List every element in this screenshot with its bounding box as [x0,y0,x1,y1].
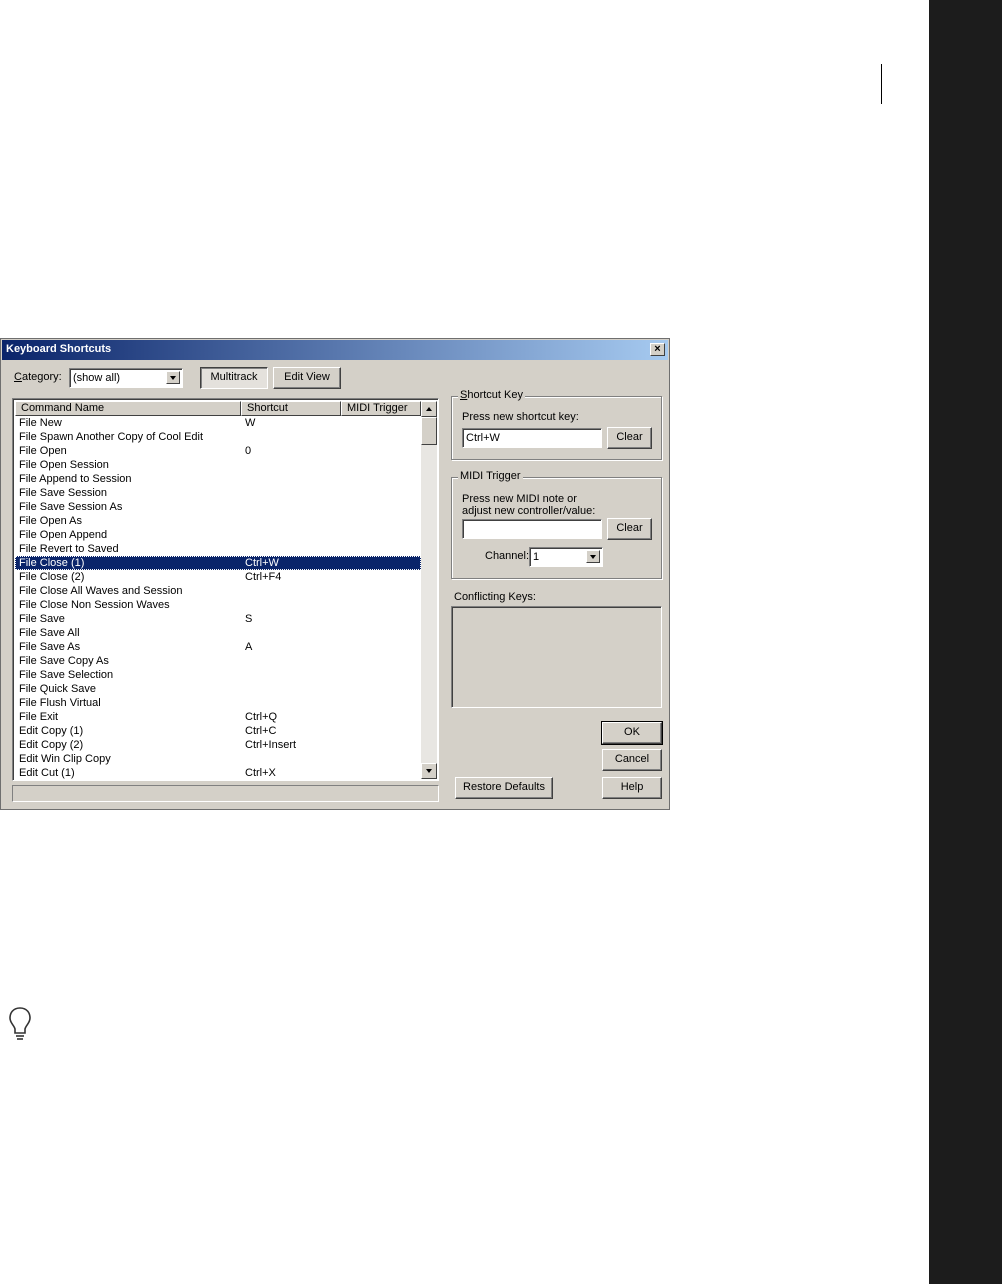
scroll-thumb[interactable] [421,417,437,445]
category-dropdown[interactable]: (show all) [69,368,183,388]
list-item[interactable]: File Save Session As [15,500,421,514]
list-item[interactable]: File Close (2) Ctrl+F4 [15,570,421,584]
restore-defaults-button[interactable]: Restore Defaults [455,777,553,799]
channel-label: Channel: [485,550,530,562]
page-margin-rule [881,64,882,104]
chevron-down-icon[interactable] [586,550,600,563]
help-button[interactable]: Help [602,777,662,799]
list-item[interactable]: File Quick Save [15,682,421,696]
ok-button[interactable]: OK [601,721,663,745]
list-item[interactable]: Edit Win Clip Copy [15,752,421,766]
column-shortcut[interactable]: Shortcut [241,401,341,416]
chevron-down-icon[interactable] [166,371,180,384]
list-item[interactable]: File Open As [15,514,421,528]
column-command-name[interactable]: Command Name [15,401,241,416]
scroll-down-icon[interactable] [421,763,437,779]
midi-trigger-group-title: MIDI Trigger [458,470,523,482]
list-item[interactable]: File Close Non Session Waves [15,598,421,612]
edit-view-toggle[interactable]: Edit View [273,367,341,389]
shortcut-key-group: Shortcut Key Press new shortcut key: Ctr… [451,389,662,460]
shortcut-key-field[interactable]: Ctrl+W [462,428,602,448]
scroll-up-icon[interactable] [421,401,437,417]
list-item[interactable]: File Revert to Saved [15,542,421,556]
page-side-bar [929,0,1002,1284]
conflicting-keys-box [451,606,662,708]
list-item[interactable]: File Flush Virtual [15,696,421,710]
list-item[interactable]: File Append to Session [15,472,421,486]
list-item[interactable]: File Close All Waves and Session [15,584,421,598]
column-midi-trigger[interactable]: MIDI Trigger [341,401,421,416]
shortcut-clear-button[interactable]: Clear [607,427,652,449]
list-item[interactable]: File Open Session [15,458,421,472]
close-button[interactable]: × [650,343,665,356]
status-bar [12,785,439,802]
list-item[interactable]: File Exit Ctrl+Q [15,710,421,724]
midi-trigger-field[interactable] [462,519,602,539]
midi-clear-button[interactable]: Clear [607,518,652,540]
list-rows: File New W File Spawn Another Copy of Coo… [15,416,421,780]
list-item[interactable]: File Save S [15,612,421,626]
conflicting-keys-label: Conflicting Keys: [454,591,536,603]
list-item[interactable]: Edit Cut (1) Ctrl+X [15,766,421,780]
channel-dropdown[interactable]: 1 [529,547,603,567]
keyboard-shortcuts-dialog: Keyboard Shortcuts × Category: (show all… [0,338,670,810]
list-item[interactable]: File Open Append [15,528,421,542]
list-item[interactable]: File Spawn Another Copy of Cool Edit [15,430,421,444]
list-item[interactable]: Edit Copy (1) Ctrl+C [15,724,421,738]
list-item[interactable]: File New W [15,416,421,430]
midi-prompt-line-2: adjust new controller/value: [462,505,596,517]
list-scrollbar[interactable] [421,401,437,779]
list-item-selected[interactable]: File Close (1) Ctrl+W [15,556,421,570]
list-item[interactable]: Edit Copy (2) Ctrl+Insert [15,738,421,752]
list-header: Command Name Shortcut MIDI Trigger [15,401,421,416]
list-item[interactable]: File Save Selection [15,668,421,682]
close-icon: × [654,343,661,355]
shortcut-key-group-title: Shortcut Key [458,389,525,401]
multitrack-toggle[interactable]: Multitrack [200,367,268,389]
lightbulb-icon [9,1007,31,1040]
midi-trigger-group: MIDI Trigger Press new MIDI note or adju… [451,470,662,579]
shortcut-list[interactable]: Command Name Shortcut MIDI Trigger File … [12,398,439,781]
list-item[interactable]: File Save All [15,626,421,640]
category-label: Category: [14,371,62,383]
shortcut-key-value: Ctrl+W [466,432,500,444]
midi-prompt-line-1: Press new MIDI note or [462,493,577,505]
list-item[interactable]: File Open 0 [15,444,421,458]
dialog-titlebar: Keyboard Shortcuts × [2,340,668,360]
channel-value: 1 [533,551,540,563]
shortcut-key-prompt: Press new shortcut key: [462,411,579,423]
list-item[interactable]: File Save Copy As [15,654,421,668]
category-value: (show all) [73,372,121,384]
list-item[interactable]: File Save As A [15,640,421,654]
dialog-title: Keyboard Shortcuts [6,343,112,355]
cancel-button[interactable]: Cancel [602,749,662,771]
list-item[interactable]: File Save Session [15,486,421,500]
